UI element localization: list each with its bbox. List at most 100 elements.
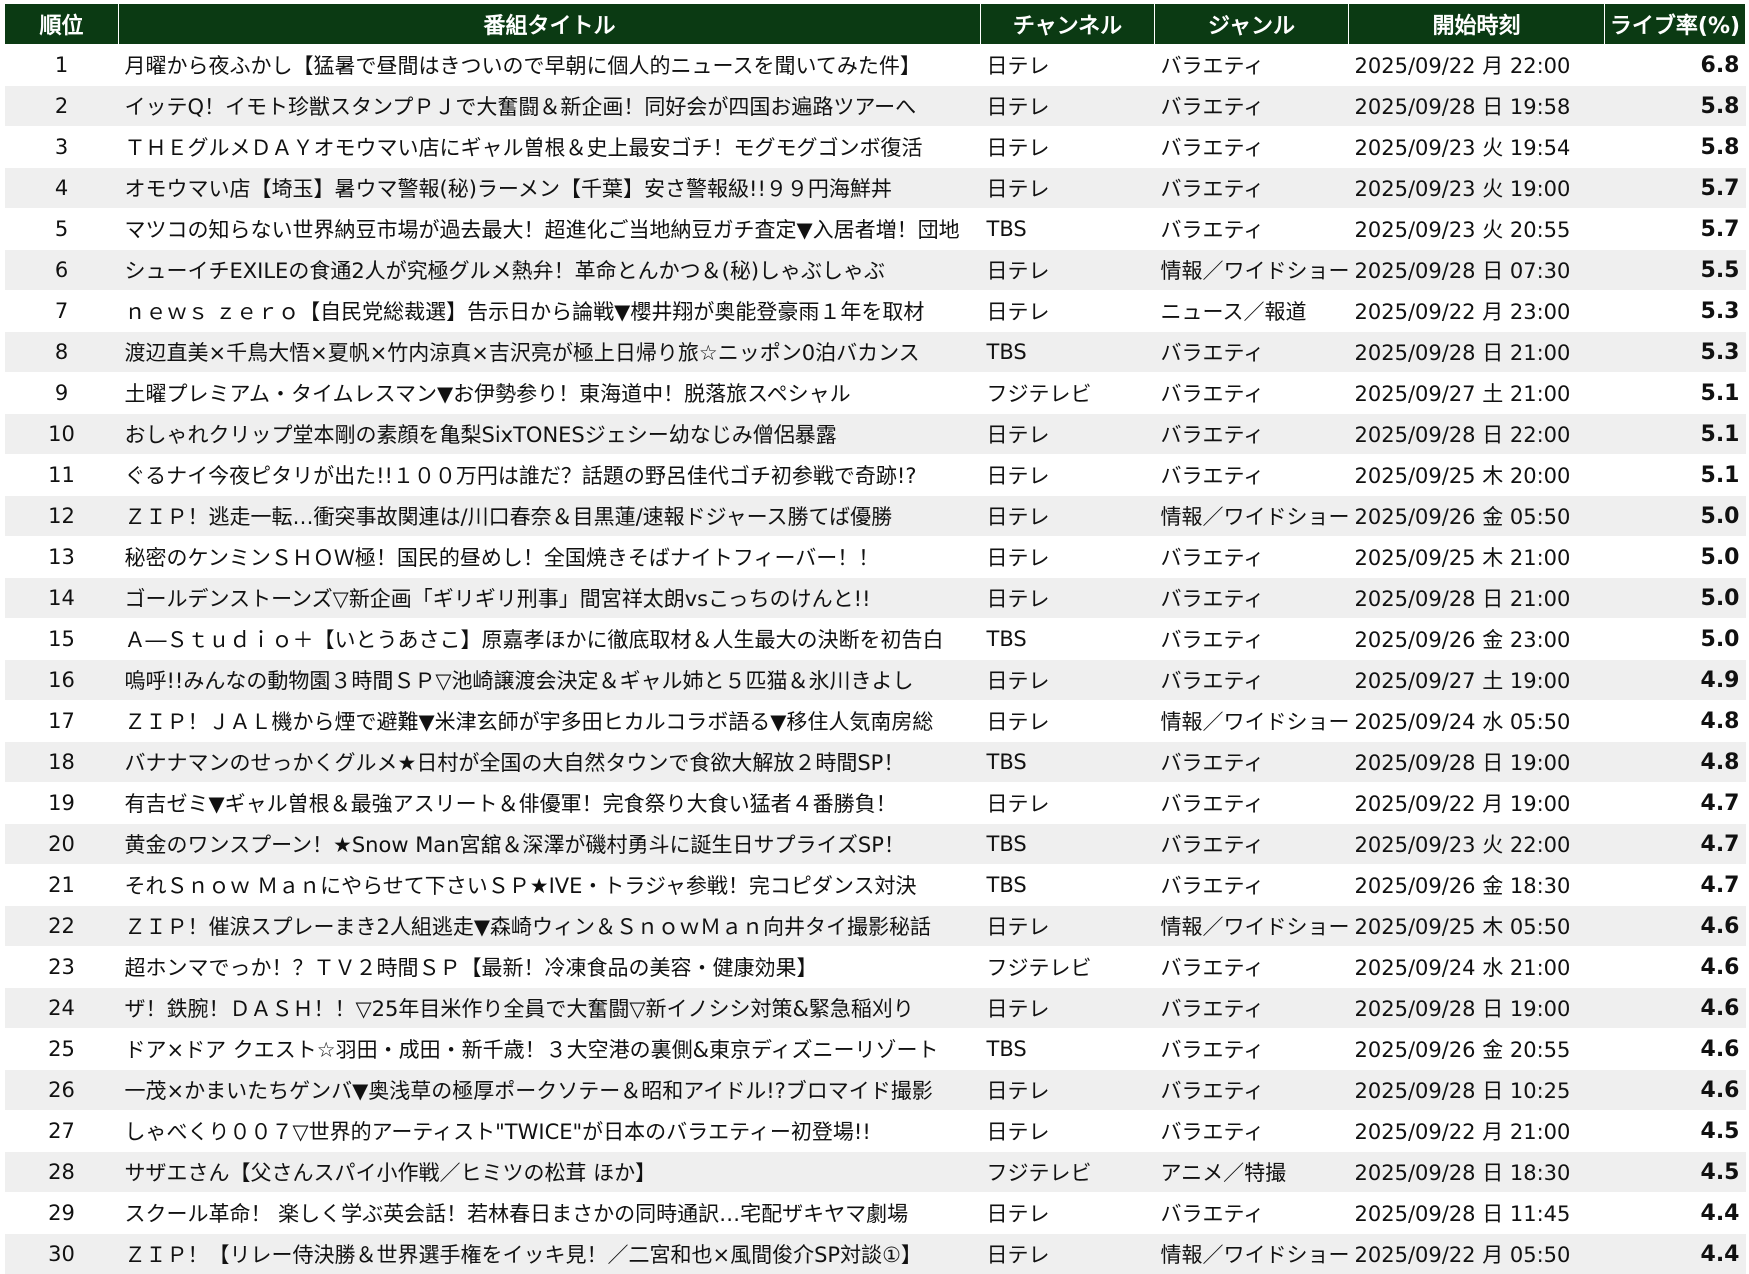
cell-live-rate: 5.1 (1605, 414, 1746, 455)
cell-genre: バラエティ (1155, 537, 1349, 578)
cell-live-rate: 5.5 (1605, 250, 1746, 291)
table-row: 16嗚呼!!みんなの動物園３時間ＳＰ▽池崎譲渡会決定＆ギャル姉と５匹猫＆氷川きよ… (5, 660, 1746, 701)
cell-live-rate: 5.1 (1605, 455, 1746, 496)
cell-rank: 4 (5, 168, 119, 209)
cell-live-rate: 4.7 (1605, 783, 1746, 824)
cell-rank: 29 (5, 1193, 119, 1234)
cell-rank: 1 (5, 45, 119, 86)
cell-live-rate: 4.6 (1605, 906, 1746, 947)
table-row: 7ｎｅｗｓ ｚｅｒｏ【自民党総裁選】告示日から論戦▼櫻井翔が奥能登豪雨１年を取材… (5, 291, 1746, 332)
cell-rank: 27 (5, 1111, 119, 1152)
cell-genre: バラエティ (1155, 865, 1349, 906)
cell-rank: 22 (5, 906, 119, 947)
cell-channel: 日テレ (981, 1234, 1155, 1274)
cell-title: 嗚呼!!みんなの動物園３時間ＳＰ▽池崎譲渡会決定＆ギャル姉と５匹猫＆氷川きよし (119, 660, 981, 701)
cell-channel: フジテレビ (981, 947, 1155, 988)
cell-title: ゴールデンストーンズ▽新企画「ギリギリ刑事」間宮祥太朗vsこっちのけんと!! (119, 578, 981, 619)
table-row: 15Ａ―Ｓｔｕｄｉｏ＋【いとうあさこ】原嘉孝ほかに徹底取材＆人生最大の決断を初告… (5, 619, 1746, 660)
cell-live-rate: 4.7 (1605, 865, 1746, 906)
cell-start-time: 2025/09/28 日 11:45 (1349, 1193, 1605, 1234)
cell-channel: 日テレ (981, 414, 1155, 455)
cell-live-rate: 4.5 (1605, 1111, 1746, 1152)
cell-rank: 3 (5, 127, 119, 168)
cell-rank: 28 (5, 1152, 119, 1193)
table-row: 24ザ！鉄腕！ＤＡＳＨ！！▽25年目米作り全員で大奮闘▽新イノシシ対策&緊急稲刈… (5, 988, 1746, 1029)
table-row: 13秘密のケンミンＳＨＯＷ極！国民的昼めし！全国焼きそばナイトフィーバー！！日テ… (5, 537, 1746, 578)
table-row: 9土曜プレミアム・タイムレスマン▼お伊勢参り！東海道中！脱落旅スペシャルフジテレ… (5, 373, 1746, 414)
cell-live-rate: 5.0 (1605, 619, 1746, 660)
cell-channel: 日テレ (981, 578, 1155, 619)
cell-rank: 18 (5, 742, 119, 783)
cell-start-time: 2025/09/25 木 21:00 (1349, 537, 1605, 578)
cell-start-time: 2025/09/24 水 21:00 (1349, 947, 1605, 988)
cell-live-rate: 5.7 (1605, 209, 1746, 250)
cell-channel: 日テレ (981, 86, 1155, 127)
cell-live-rate: 5.0 (1605, 496, 1746, 537)
cell-channel: 日テレ (981, 660, 1155, 701)
table-row: 12ＺＩＰ！逃走一転…衝突事故関連は/川口春奈＆目黒蓮/速報ドジャース勝てば優勝… (5, 496, 1746, 537)
cell-rank: 21 (5, 865, 119, 906)
cell-start-time: 2025/09/23 火 19:00 (1349, 168, 1605, 209)
table-row: 18バナナマンのせっかくグルメ★日村が全国の大自然タウンで食欲大解放２時間SP！… (5, 742, 1746, 783)
cell-genre: 情報／ワイドショー (1155, 496, 1349, 537)
cell-start-time: 2025/09/28 日 18:30 (1349, 1152, 1605, 1193)
cell-rank: 15 (5, 619, 119, 660)
cell-genre: バラエティ (1155, 660, 1349, 701)
cell-genre: バラエティ (1155, 988, 1349, 1029)
header-channel: チャンネル (981, 4, 1155, 45)
cell-rank: 12 (5, 496, 119, 537)
cell-live-rate: 5.3 (1605, 291, 1746, 332)
table-row: 29スクール革命！ 楽しく学ぶ英会話！若林春日まさかの同時通訳…宅配ザキヤマ劇場… (5, 1193, 1746, 1234)
cell-title: ＺＩＰ！【リレー侍決勝＆世界選手権をイッキ見！／二宮和也×風間俊介SP対談①】 (119, 1234, 981, 1274)
cell-start-time: 2025/09/28 日 21:00 (1349, 578, 1605, 619)
cell-channel: 日テレ (981, 496, 1155, 537)
cell-genre: バラエティ (1155, 742, 1349, 783)
cell-genre: バラエティ (1155, 947, 1349, 988)
table-row: 4オモウマい店【埼玉】暑ウマ警報(秘)ラーメン【千葉】安さ警報級!!９９円海鮮丼… (5, 168, 1746, 209)
cell-title: イッテQ！イモト珍獣スタンプＰＪで大奮闘＆新企画！同好会が四国お遍路ツアーへ (119, 86, 981, 127)
cell-title: 渡辺直美×千鳥大悟×夏帆×竹内涼真×吉沢亮が極上日帰り旅☆ニッポン0泊バカンス (119, 332, 981, 373)
cell-channel: TBS (981, 619, 1155, 660)
cell-channel: 日テレ (981, 1070, 1155, 1111)
cell-start-time: 2025/09/26 金 18:30 (1349, 865, 1605, 906)
cell-start-time: 2025/09/27 土 19:00 (1349, 660, 1605, 701)
table-row: 19有吉ゼミ▼ギャル曽根＆最強アスリート＆俳優軍！完食祭り大食い猛者４番勝負！日… (5, 783, 1746, 824)
cell-live-rate: 4.4 (1605, 1234, 1746, 1274)
cell-start-time: 2025/09/26 金 05:50 (1349, 496, 1605, 537)
header-genre: ジャンル (1155, 4, 1349, 45)
cell-channel: TBS (981, 742, 1155, 783)
table-row: 20黄金のワンスプーン！★Snow Man宮舘＆深澤が磯村勇斗に誕生日サプライズ… (5, 824, 1746, 865)
cell-start-time: 2025/09/28 日 22:00 (1349, 414, 1605, 455)
cell-start-time: 2025/09/26 金 23:00 (1349, 619, 1605, 660)
cell-title: サザエさん【父さんスパイ小作戦／ヒミツの松茸 ほか】 (119, 1152, 981, 1193)
cell-title: 一茂×かまいたちゲンバ▼奥浅草の極厚ポークソテー＆昭和アイドル!?ブロマイド撮影 (119, 1070, 981, 1111)
cell-start-time: 2025/09/28 日 19:58 (1349, 86, 1605, 127)
cell-title: マツコの知らない世界納豆市場が過去最大！超進化ご当地納豆ガチ査定▼入居者増！団地 (119, 209, 981, 250)
cell-title: 月曜から夜ふかし【猛暑で昼間はきついので早朝に個人的ニュースを聞いてみた件】 (119, 45, 981, 86)
table-row: 14ゴールデンストーンズ▽新企画「ギリギリ刑事」間宮祥太朗vsこっちのけんと!!… (5, 578, 1746, 619)
cell-genre: バラエティ (1155, 1070, 1349, 1111)
cell-start-time: 2025/09/22 月 23:00 (1349, 291, 1605, 332)
cell-live-rate: 5.0 (1605, 537, 1746, 578)
ranking-table: 順位 番組タイトル チャンネル ジャンル 開始時刻 ライブ率(%) 1月曜から夜… (4, 4, 1746, 1274)
cell-title: ＺＩＰ！催涙スプレーまき2人組逃走▼森崎ウィン＆ＳｎｏｗＭａｎ向井タイ撮影秘話 (119, 906, 981, 947)
cell-start-time: 2025/09/25 木 05:50 (1349, 906, 1605, 947)
table-row: 23超ホンマでっか！？ＴＶ２時間ＳＰ【最新！冷凍食品の美容・健康効果】フジテレビ… (5, 947, 1746, 988)
table-row: 1月曜から夜ふかし【猛暑で昼間はきついので早朝に個人的ニュースを聞いてみた件】日… (5, 45, 1746, 86)
cell-channel: 日テレ (981, 455, 1155, 496)
cell-start-time: 2025/09/23 火 20:55 (1349, 209, 1605, 250)
cell-rank: 20 (5, 824, 119, 865)
cell-live-rate: 5.3 (1605, 332, 1746, 373)
cell-title: シューイチEXILEの食通2人が究極グルメ熱弁！革命とんかつ＆(秘)しゃぶしゃぶ (119, 250, 981, 291)
cell-channel: TBS (981, 824, 1155, 865)
cell-rank: 11 (5, 455, 119, 496)
cell-channel: フジテレビ (981, 373, 1155, 414)
cell-genre: バラエティ (1155, 1193, 1349, 1234)
cell-channel: 日テレ (981, 1193, 1155, 1234)
table-row: 22ＺＩＰ！催涙スプレーまき2人組逃走▼森崎ウィン＆ＳｎｏｗＭａｎ向井タイ撮影秘… (5, 906, 1746, 947)
table-row: 28サザエさん【父さんスパイ小作戦／ヒミツの松茸 ほか】フジテレビアニメ／特撮2… (5, 1152, 1746, 1193)
cell-title: ＺＩＰ！ＪＡＬ機から煙で避難▼米津玄師が宇多田ヒカルコラボ語る▼移住人気南房総 (119, 701, 981, 742)
table-row: 10おしゃれクリップ堂本剛の素顔を亀梨SixTONESジェシー幼なじみ僧侶暴露日… (5, 414, 1746, 455)
cell-genre: バラエティ (1155, 127, 1349, 168)
cell-channel: 日テレ (981, 906, 1155, 947)
